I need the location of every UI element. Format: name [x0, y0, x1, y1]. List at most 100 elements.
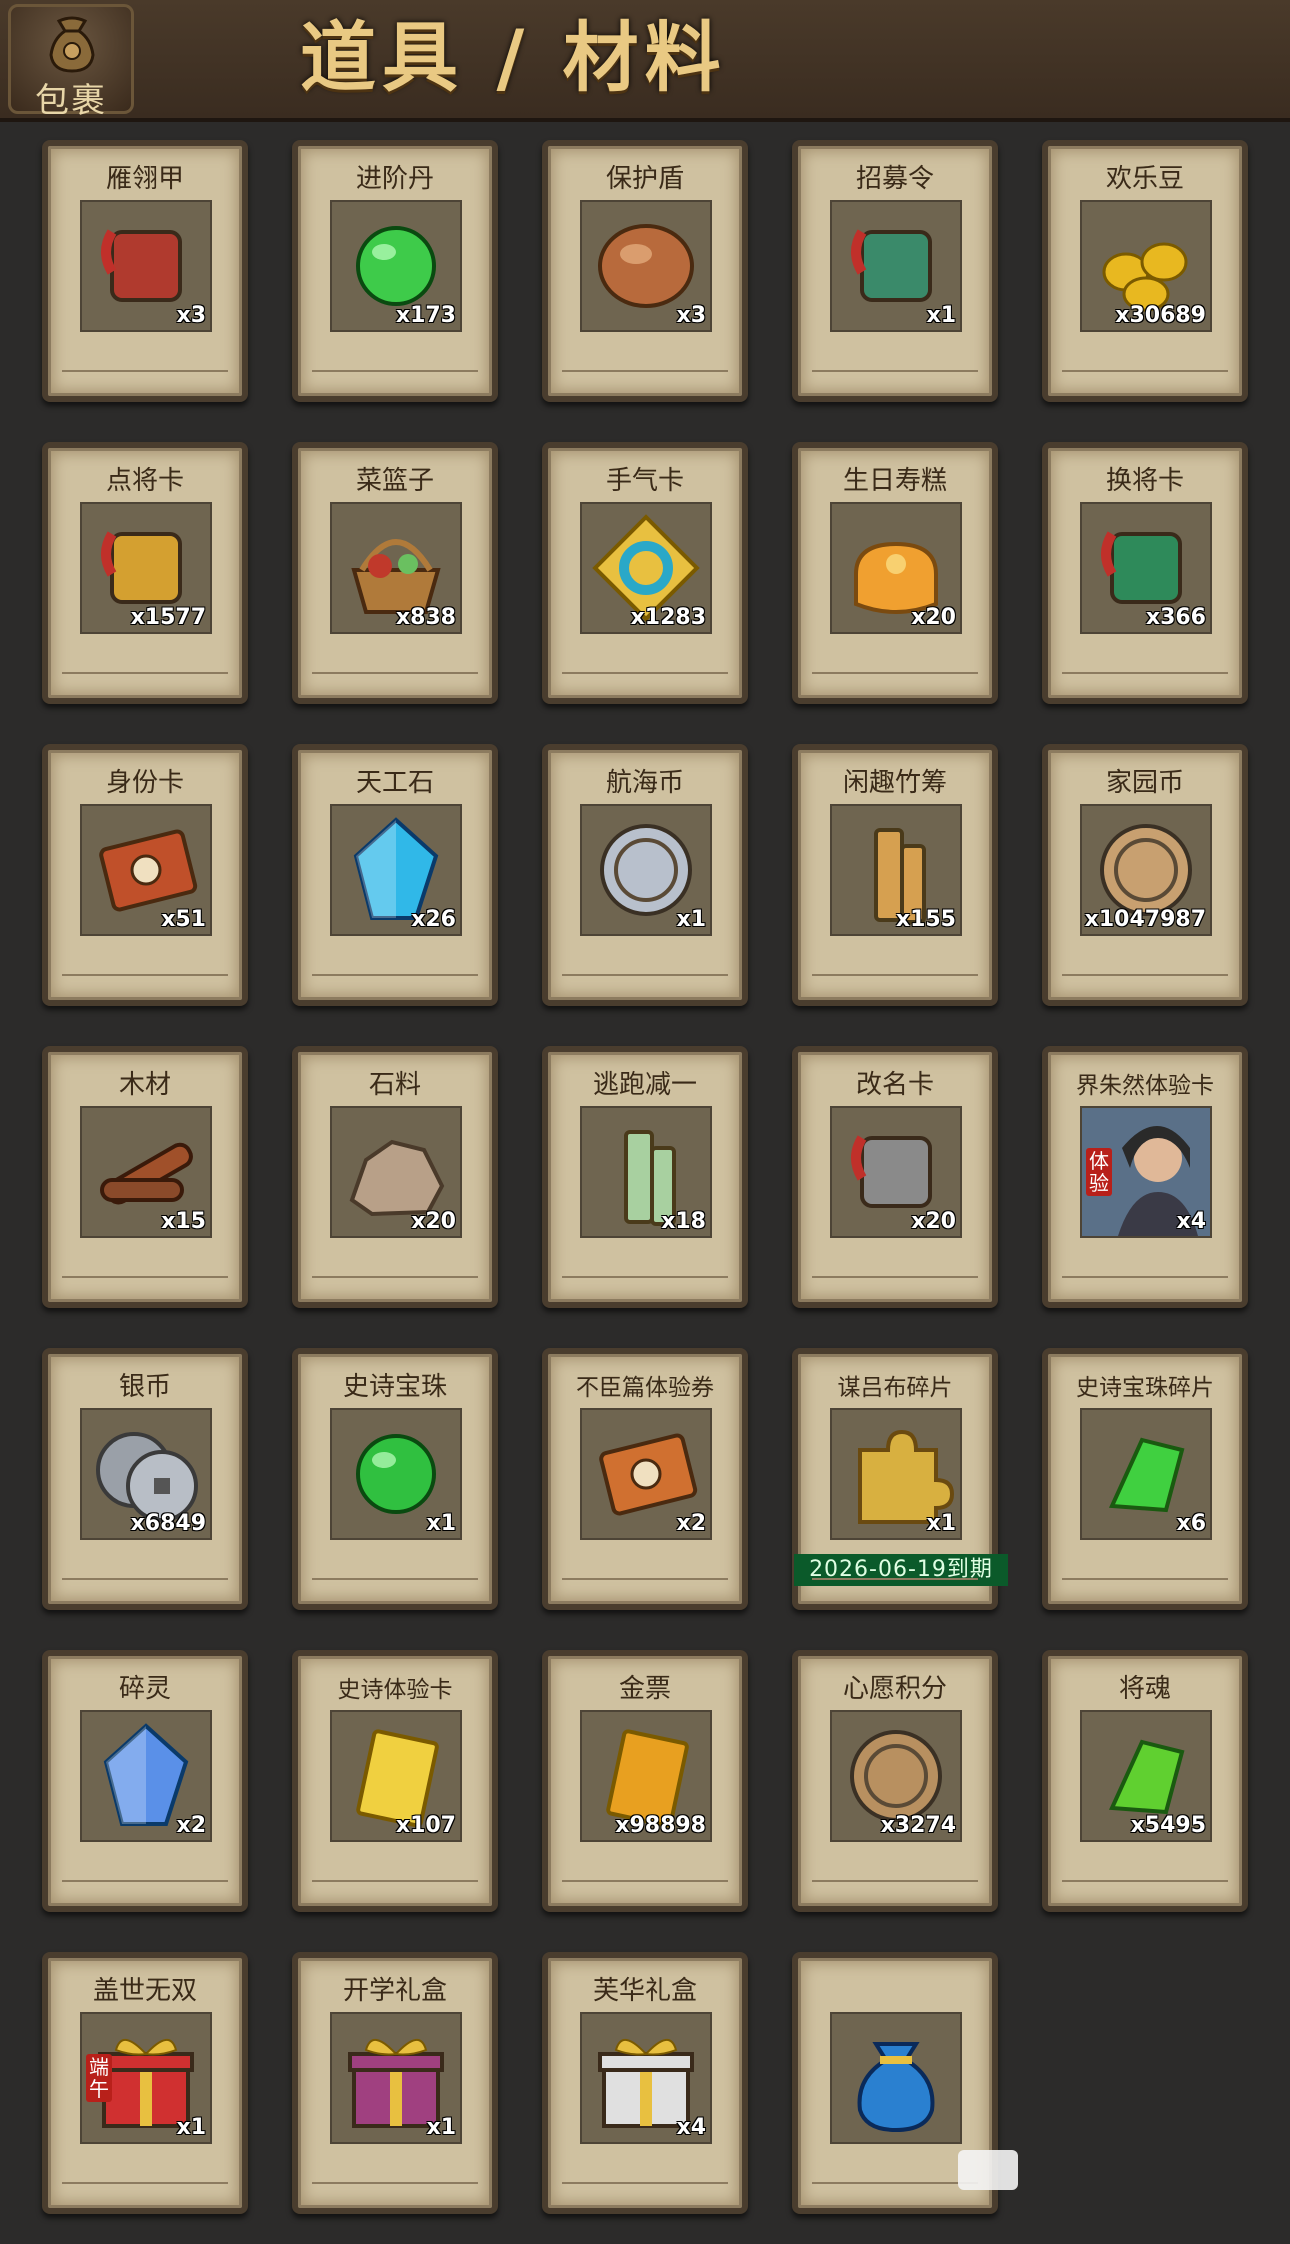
item-count: x18: [661, 1209, 706, 1234]
item-icon-frame: x1577: [80, 502, 212, 634]
item-card[interactable]: 开学礼盒 x1: [292, 1952, 498, 2214]
item-count: x26: [411, 907, 456, 932]
item-name: 欢乐豆: [1105, 164, 1184, 194]
item-name: 改名卡: [855, 1070, 934, 1100]
item-card[interactable]: 改名卡 x20: [792, 1046, 998, 1308]
item-icon-frame: x98898: [580, 1710, 712, 1842]
item-card[interactable]: 界朱然体验卡 体验 x4: [1042, 1046, 1248, 1308]
item-card[interactable]: 芙华礼盒 x4: [542, 1952, 748, 2214]
item-card[interactable]: 进阶丹 x173: [292, 140, 498, 402]
item-icon-frame: x155: [830, 804, 962, 936]
bag-label: 包裹: [35, 81, 107, 121]
card-bottom-trim: [812, 672, 978, 688]
item-card[interactable]: 史诗宝珠碎片 x6: [1042, 1348, 1248, 1610]
item-count: x20: [411, 1209, 456, 1234]
card-bottom-trim: [1062, 1578, 1228, 1594]
item-badge: 体验: [1086, 1148, 1112, 1196]
item-count: x155: [895, 907, 956, 932]
item-name: 家园币: [1105, 768, 1184, 798]
item-icon-frame: x15: [80, 1106, 212, 1238]
item-count: x30689: [1115, 303, 1206, 328]
item-card[interactable]: 航海币 x1: [542, 744, 748, 1006]
item-icon-frame: x20: [830, 502, 962, 634]
item-icon-frame: 端午 x1: [80, 2012, 212, 2144]
item-name: 逃跑减一: [592, 1070, 697, 1100]
item-card[interactable]: 银币 x6849: [42, 1348, 248, 1610]
item-count: x366: [1145, 605, 1206, 630]
item-card[interactable]: 换将卡 x366: [1042, 442, 1248, 704]
item-icon-frame: x3: [80, 200, 212, 332]
item-count: x173: [395, 303, 456, 328]
card-bottom-trim: [562, 1880, 728, 1896]
item-card[interactable]: 点将卡 x1577: [42, 442, 248, 704]
item-card[interactable]: 家园币 x1047987: [1042, 744, 1248, 1006]
bag-button[interactable]: 包裹: [8, 4, 134, 121]
item-card[interactable]: 不臣篇体验券 x2: [542, 1348, 748, 1610]
item-card[interactable]: 生日寿糕 x20: [792, 442, 998, 704]
item-card[interactable]: 石料 x20: [292, 1046, 498, 1308]
card-bottom-trim: [312, 370, 478, 386]
item-card[interactable]: 雁翎甲 x3: [42, 140, 248, 402]
item-icon-frame: x366: [1080, 502, 1212, 634]
item-count: x15: [161, 1209, 206, 1234]
item-icon-frame: x107: [330, 1710, 462, 1842]
item-icon-frame: x173: [330, 200, 462, 332]
item-card[interactable]: 碎灵 x2: [42, 1650, 248, 1912]
item-card[interactable]: 盖世无双 端午 x1: [42, 1952, 248, 2214]
item-card[interactable]: 欢乐豆 x30689: [1042, 140, 1248, 402]
item-icon-frame: x2: [80, 1710, 212, 1842]
card-bottom-trim: [62, 1880, 228, 1896]
item-name: 菜篮子: [355, 466, 434, 496]
item-icon-frame: x26: [330, 804, 462, 936]
item-name: 将魂: [1118, 1674, 1171, 1704]
item-card[interactable]: 天工石 x26: [292, 744, 498, 1006]
item-name: 雁翎甲: [105, 164, 184, 194]
blue-pouch-icon: [857, 2042, 935, 2133]
item-icon-frame: x1: [830, 200, 962, 332]
item-card[interactable]: 史诗体验卡 x107: [292, 1650, 498, 1912]
item-card[interactable]: 将魂 x5495: [1042, 1650, 1248, 1912]
item-card[interactable]: 身份卡 x51: [42, 744, 248, 1006]
item-name: 界朱然体验卡: [1076, 1073, 1214, 1099]
card-bottom-trim: [62, 1276, 228, 1292]
card-bottom-trim: [62, 2182, 228, 2198]
watermark: [958, 2150, 1018, 2190]
item-icon-frame: x6849: [80, 1408, 212, 1540]
item-card[interactable]: 保护盾 x3: [542, 140, 748, 402]
item-name: 碎灵: [118, 1674, 171, 1704]
item-card[interactable]: 逃跑减一 x18: [542, 1046, 748, 1308]
item-name: 保护盾: [605, 164, 684, 194]
item-count: x107: [395, 1813, 456, 1838]
item-card[interactable]: 手气卡 x1283: [542, 442, 748, 704]
item-badge: 端午: [86, 2054, 112, 2102]
item-card[interactable]: 金票 x98898: [542, 1650, 748, 1912]
item-count: x51: [161, 907, 206, 932]
item-icon-frame: x1: [580, 804, 712, 936]
item-count: x5495: [1130, 1813, 1206, 1838]
item-card[interactable]: 闲趣竹筹 x155: [792, 744, 998, 1006]
item-card[interactable]: 菜篮子 x838: [292, 442, 498, 704]
item-card[interactable]: 木材 x15: [42, 1046, 248, 1308]
top-bar: 包裹 道具 / 材料: [0, 0, 1290, 122]
item-count: x6849: [130, 1511, 206, 1536]
item-card[interactable]: 史诗宝珠 x1: [292, 1348, 498, 1610]
item-count: x1: [426, 1511, 457, 1536]
item-count: x98898: [615, 1813, 706, 1838]
item-name: 换将卡: [1105, 466, 1184, 496]
item-count: x1283: [630, 605, 706, 630]
item-card[interactable]: 心愿积分 x3274: [792, 1650, 998, 1912]
item-name: 木材: [118, 1070, 171, 1100]
item-card[interactable]: 谋吕布碎片 x1 2026-06-19到期: [792, 1348, 1008, 1610]
item-count: x3: [676, 303, 707, 328]
item-count: x20: [911, 1209, 956, 1234]
item-card[interactable]: 招募令 x1: [792, 140, 998, 402]
card-bottom-trim: [812, 2182, 978, 2198]
item-count: x3: [176, 303, 207, 328]
card-bottom-trim: [562, 672, 728, 688]
item-icon-frame: x18: [580, 1106, 712, 1238]
item-name: 天工石: [355, 768, 434, 798]
item-count: x2: [176, 1813, 207, 1838]
item-count: x1: [176, 2115, 207, 2140]
item-icon-frame: x3: [580, 200, 712, 332]
item-icon-frame: [830, 2012, 962, 2144]
